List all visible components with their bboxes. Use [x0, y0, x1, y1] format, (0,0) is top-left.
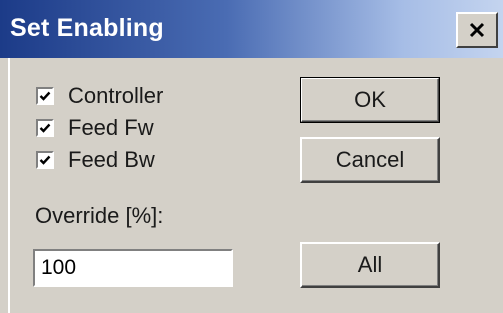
feed-fw-checkbox-row[interactable]: Feed Fw — [36, 115, 154, 141]
override-input[interactable] — [33, 249, 233, 287]
controller-label: Controller — [68, 83, 164, 108]
checkmark-icon — [39, 91, 51, 101]
feed-bw-label: Feed Bw — [68, 147, 155, 172]
dialog-title: Set Enabling — [10, 14, 164, 42]
title-bar[interactable]: Set Enabling — [0, 0, 503, 58]
feed-bw-checkbox-row[interactable]: Feed Bw — [36, 147, 155, 173]
ok-button[interactable]: OK — [300, 77, 440, 123]
controller-checkbox-row[interactable]: Controller — [36, 83, 163, 109]
cancel-button[interactable]: Cancel — [300, 137, 440, 183]
override-label: Override [%]: — [35, 203, 164, 228]
close-button[interactable] — [456, 12, 498, 48]
all-button[interactable]: All — [300, 242, 440, 288]
feed-fw-label: Feed Fw — [68, 115, 154, 140]
controller-checkbox[interactable] — [36, 87, 54, 105]
checkmark-icon — [39, 123, 51, 133]
checkmark-icon — [39, 155, 51, 165]
set-enabling-dialog: Set Enabling Controller Feed Fw Feed Bw … — [0, 0, 503, 313]
feed-bw-checkbox[interactable] — [36, 151, 54, 169]
feed-fw-checkbox[interactable] — [36, 119, 54, 137]
close-icon — [469, 22, 485, 38]
